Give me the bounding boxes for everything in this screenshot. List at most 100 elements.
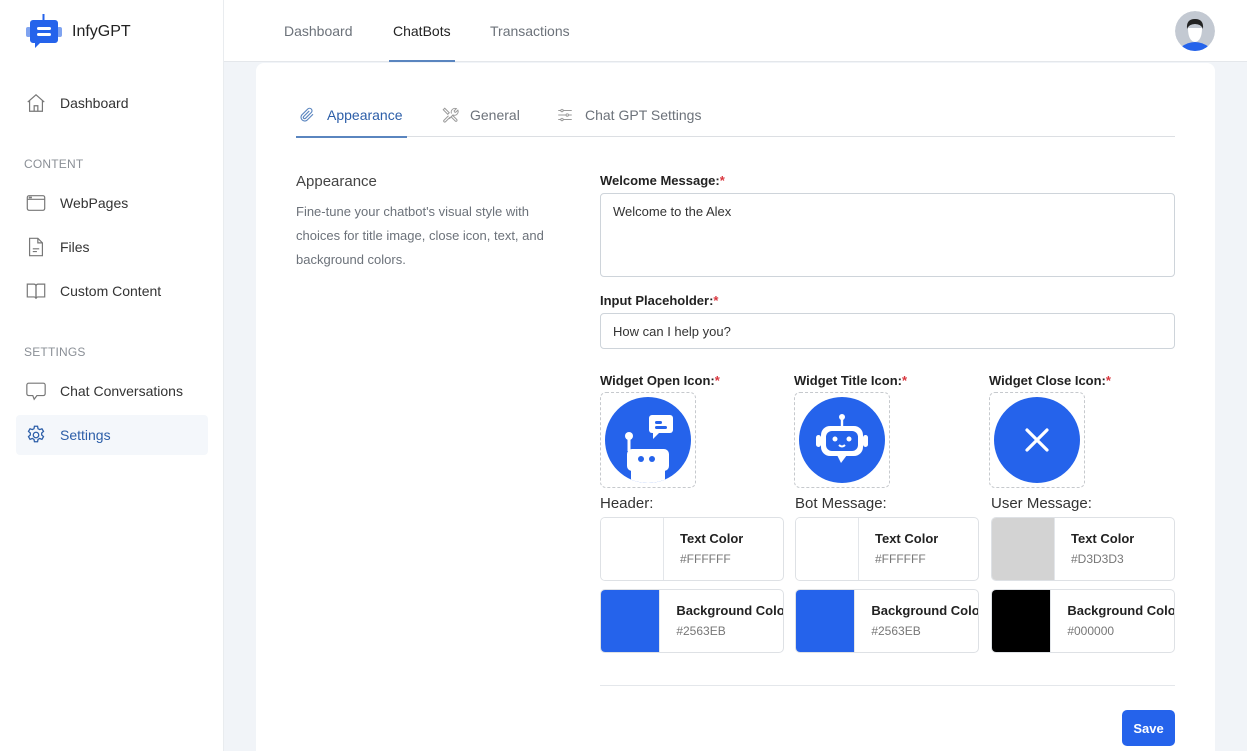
color-label: Text Color — [680, 531, 744, 546]
brand[interactable]: InfyGPT — [24, 12, 131, 52]
file-icon — [24, 235, 48, 259]
tab-appearance[interactable]: Appearance — [296, 93, 407, 138]
color-value: #D3D3D3 — [1071, 552, 1124, 566]
label-text: Welcome Message: — [600, 173, 720, 188]
top-tab-transactions[interactable]: Transactions — [490, 0, 570, 62]
sidebar-item-custom-content[interactable]: Custom Content — [16, 271, 208, 311]
input-placeholder-field[interactable] — [600, 313, 1175, 349]
label-text: Input Placeholder: — [600, 293, 714, 308]
form-divider — [600, 685, 1175, 686]
widget-close-icon-label: Widget Close Icon:* — [989, 373, 1179, 388]
color-swatch — [992, 518, 1055, 580]
chat-bubble-icon — [24, 379, 48, 403]
sidebar-item-dashboard[interactable]: Dashboard — [16, 83, 208, 123]
bot-message-text-color-picker[interactable]: Text Color #FFFFFF — [795, 517, 979, 581]
color-value: #000000 — [1067, 624, 1115, 638]
sidebar-item-label: Files — [60, 239, 90, 255]
header-background-color-picker[interactable]: Background Color #2563EB — [600, 589, 784, 653]
welcome-message-label: Welcome Message:* — [600, 173, 725, 188]
color-swatch — [796, 590, 856, 652]
top-tab-chatbots[interactable]: ChatBots — [389, 0, 455, 62]
tab-label: General — [470, 107, 520, 123]
widget-open-icon-field: Widget Open Icon:* — [600, 373, 790, 488]
required-marker: * — [719, 173, 725, 188]
app-name: InfyGPT — [72, 23, 131, 40]
required-marker: * — [713, 293, 719, 308]
tab-label: Chat GPT Settings — [585, 107, 702, 123]
required-marker: * — [1105, 373, 1111, 388]
paperclip-icon — [297, 105, 317, 125]
sliders-icon — [555, 105, 575, 125]
section-title: Appearance — [296, 173, 377, 190]
tools-icon — [440, 105, 460, 125]
color-group-title: User Message: — [991, 495, 1092, 512]
welcome-message-textarea[interactable]: Welcome to the Alex — [600, 193, 1175, 277]
color-value: #FFFFFF — [680, 552, 731, 566]
section-label-settings: SETTINGS — [24, 345, 86, 359]
color-label: Background Color — [871, 603, 978, 618]
topbar: Dashboard ChatBots Transactions — [224, 0, 1247, 62]
color-value: #2563EB — [871, 624, 921, 638]
required-marker: * — [714, 373, 720, 388]
sidebar-item-chat-conversations[interactable]: Chat Conversations — [16, 371, 208, 411]
color-group-title: Bot Message: — [795, 495, 887, 512]
label-text: Widget Title Icon: — [794, 373, 902, 388]
color-label: Text Color — [875, 531, 939, 546]
widget-close-icon-field: Widget Close Icon:* — [989, 373, 1179, 488]
label-text: Widget Open Icon: — [600, 373, 715, 388]
home-icon — [24, 91, 48, 115]
color-group-title: Header: — [600, 495, 654, 512]
sidebar: InfyGPT Dashboard CONTENT WebPages Files… — [0, 0, 224, 751]
color-label: Background Color — [676, 603, 783, 618]
sidebar-item-settings[interactable]: Settings — [16, 415, 208, 455]
settings-card: Appearance General Chat GPT Settings App… — [256, 63, 1215, 751]
sidebar-item-webpages[interactable]: WebPages — [16, 183, 208, 223]
settings-tabs: Appearance General Chat GPT Settings — [296, 93, 1175, 138]
color-swatch — [601, 518, 664, 580]
section-label-content: CONTENT — [24, 157, 84, 171]
user-message-background-color-picker[interactable]: Background Color #000000 — [991, 589, 1175, 653]
widget-open-icon-label: Widget Open Icon:* — [600, 373, 790, 388]
sidebar-item-files[interactable]: Files — [16, 227, 208, 267]
chatbot-open-icon — [605, 397, 691, 483]
bot-message-background-color-picker[interactable]: Background Color #2563EB — [795, 589, 979, 653]
appearance-intro: Appearance Fine-tune your chatbot's visu… — [296, 173, 576, 272]
user-message-text-color-picker[interactable]: Text Color #D3D3D3 — [991, 517, 1175, 581]
sidebar-item-label: Custom Content — [60, 283, 162, 299]
bot-message-colors: Bot Message: Text Color #FFFFFF Backgroun… — [795, 495, 979, 653]
header-colors: Header: Text Color #FFFFFF Background Col… — [600, 495, 784, 653]
section-description: Fine-tune your chatbot's visual style wi… — [296, 204, 544, 267]
label-text: Widget Close Icon: — [989, 373, 1106, 388]
sidebar-item-label: Settings — [60, 427, 111, 443]
user-avatar-icon[interactable] — [1175, 11, 1215, 51]
robot-head-icon — [799, 397, 885, 483]
input-placeholder-label: Input Placeholder:* — [600, 293, 718, 308]
book-icon — [24, 279, 48, 303]
color-value: #FFFFFF — [875, 552, 926, 566]
widget-open-icon-upload[interactable] — [600, 392, 696, 488]
tab-chat-gpt-settings[interactable]: Chat GPT Settings — [555, 93, 701, 137]
sidebar-item-label: WebPages — [60, 195, 129, 211]
infygpt-logo-icon — [26, 14, 62, 48]
widget-title-icon-label: Widget Title Icon:* — [794, 373, 984, 388]
widget-title-icon-field: Widget Title Icon:* — [794, 373, 984, 488]
browser-window-icon — [24, 191, 48, 215]
widget-title-icon-upload[interactable] — [794, 392, 890, 488]
sidebar-item-label: Dashboard — [60, 95, 129, 111]
header-text-color-picker[interactable]: Text Color #FFFFFF — [600, 517, 784, 581]
top-tab-dashboard[interactable]: Dashboard — [284, 0, 353, 62]
sidebar-item-label: Chat Conversations — [60, 383, 183, 399]
color-swatch — [601, 590, 661, 652]
color-swatch — [992, 590, 1052, 652]
widget-close-icon-upload[interactable] — [989, 392, 1085, 488]
required-marker: * — [901, 373, 908, 388]
gear-icon — [24, 423, 48, 447]
color-label: Text Color — [1071, 531, 1135, 546]
save-button[interactable]: Save — [1122, 710, 1175, 746]
tab-general[interactable]: General — [440, 93, 520, 137]
color-value: #2563EB — [676, 624, 726, 638]
tab-label: Appearance — [327, 107, 403, 123]
user-message-colors: User Message: Text Color #D3D3D3 Backgrou… — [991, 495, 1175, 653]
color-label: Background Color — [1067, 603, 1174, 618]
close-icon — [994, 397, 1080, 483]
